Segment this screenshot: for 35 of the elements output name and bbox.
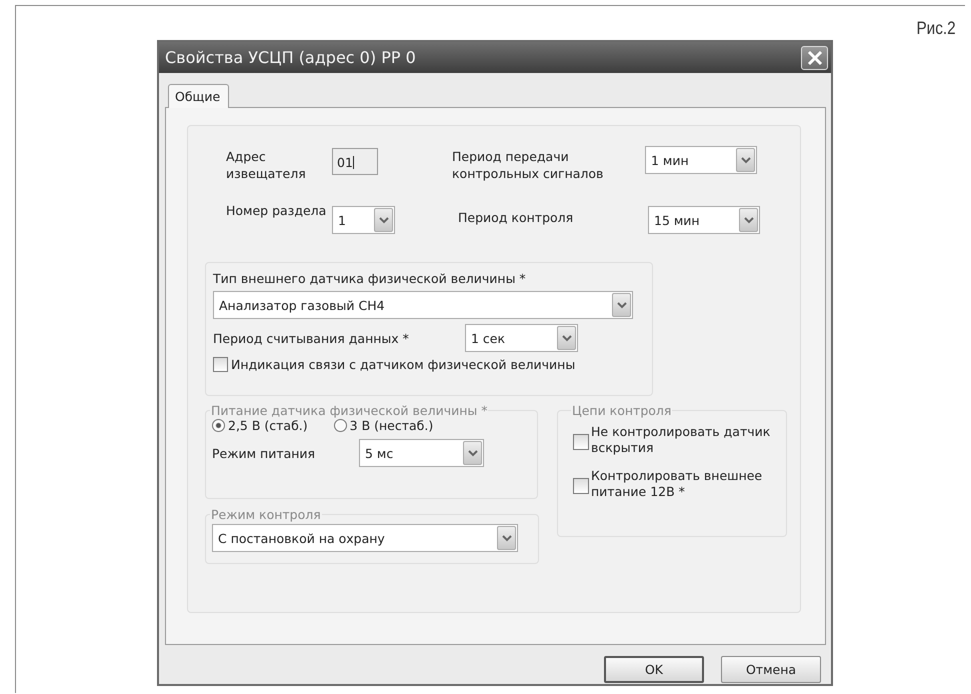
group-title: Цепи контроля	[571, 403, 672, 418]
group-title: Тип внешнего датчика физической величины *	[213, 271, 527, 286]
field-label: Период считывания данных *	[213, 330, 410, 346]
window-title: Свойства УСЦП (адрес 0) РР 0	[165, 48, 416, 67]
field-label: Период контроля	[457, 210, 574, 225]
dialog-button[interactable]: Отмена	[721, 656, 821, 683]
radio-label: 3 В (нестаб.)	[350, 418, 434, 433]
close-icon	[806, 50, 822, 66]
checkbox-label: Не контролировать датчик вскрытия	[591, 424, 771, 456]
dropdown-field[interactable]: 1	[332, 206, 395, 234]
dialog-button[interactable]: OK	[604, 656, 704, 683]
checkbox[interactable]	[573, 478, 589, 494]
dropdown-field[interactable]: 1 сек	[465, 324, 578, 352]
checkbox-label: Индикация связи с датчиком физической величины	[231, 357, 576, 372]
group-title: Питание датчика физической величины *	[210, 403, 488, 418]
field-label: Адрес извещателя	[226, 148, 307, 182]
radio-label: 2,5 В (стаб.)	[228, 418, 308, 433]
radio-button[interactable]	[212, 419, 225, 432]
radio-button[interactable]	[334, 419, 347, 432]
tab[interactable]: Общие	[168, 84, 230, 108]
address-field[interactable]: 01	[332, 148, 378, 175]
dropdown-field[interactable]: Анализатор газовый СН4	[213, 291, 633, 319]
field-label: Номер раздела	[226, 202, 328, 219]
close-button[interactable]	[801, 46, 828, 70]
figure-caption: Рис.2	[916, 18, 956, 39]
dropdown-field[interactable]: С постановкой на охрану	[212, 524, 518, 552]
dropdown-field[interactable]: 1 мин	[645, 146, 757, 174]
checkbox[interactable]	[573, 434, 589, 450]
checkbox-label: Контролировать внешнее питание 12В *	[591, 468, 764, 500]
checkbox[interactable]	[213, 357, 228, 372]
dropdown-field[interactable]: 5 мс	[359, 439, 484, 467]
group-title: Режим контроля	[210, 507, 322, 522]
field-label: Режим питания	[212, 446, 316, 460]
field-label: Период передачи контрольных сигналов	[452, 148, 604, 182]
dropdown-field[interactable]: 15 мин	[648, 206, 760, 234]
